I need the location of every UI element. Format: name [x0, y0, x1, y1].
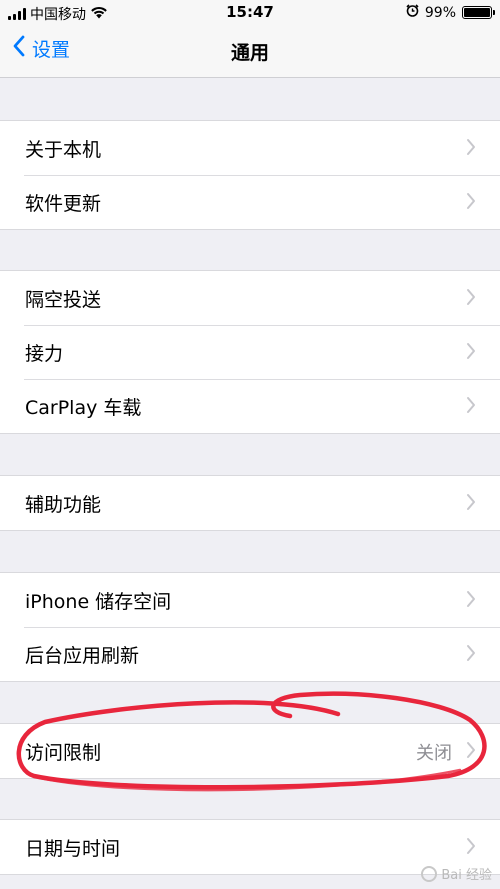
chevron-right-icon: [466, 741, 476, 763]
chevron-right-icon: [466, 837, 476, 859]
settings-row-label: 后台应用刷新: [25, 645, 140, 667]
chevron-right-icon: [466, 644, 476, 666]
chevron-right-icon: [466, 138, 476, 160]
settings-row[interactable]: 辅助功能: [0, 476, 500, 530]
watermark: Bai 经验: [421, 864, 492, 883]
watermark-text: Bai 经验: [441, 868, 492, 883]
settings-group: 访问限制 关闭: [0, 723, 500, 779]
settings-row-label: 接力: [25, 343, 64, 365]
settings-row[interactable]: 后台应用刷新: [0, 627, 500, 681]
status-bar: 中国移动 15:47 99%: [0, 0, 500, 26]
settings-row-label: 访问限制: [25, 742, 102, 764]
alarm-icon: [406, 4, 419, 21]
chevron-right-icon: [466, 493, 476, 515]
paw-logo-icon: [421, 865, 438, 882]
settings-row-label: 关于本机: [25, 139, 102, 161]
settings-row[interactable]: iPhone 储存空间: [0, 573, 500, 627]
chevron-right-icon: [466, 342, 476, 364]
settings-row-label: 软件更新: [25, 193, 102, 215]
settings-group: iPhone 储存空间 后台应用刷新: [0, 572, 500, 682]
settings-row[interactable]: 访问限制 关闭: [0, 724, 500, 778]
chevron-right-icon: [466, 396, 476, 418]
status-right: 99%: [406, 4, 495, 21]
settings-row[interactable]: 隔空投送: [0, 271, 500, 325]
page-title: 通用: [230, 42, 269, 64]
battery-percent: 99%: [424, 4, 456, 21]
settings-group: 关于本机 软件更新: [0, 120, 500, 230]
settings-row[interactable]: 关于本机: [0, 121, 500, 175]
settings-row[interactable]: 软件更新: [0, 175, 500, 229]
settings-row-value: 关闭: [416, 743, 452, 764]
settings-row-label: CarPlay 车载: [25, 397, 142, 419]
settings-group: 隔空投送接力 CarPlay 车载: [0, 270, 500, 434]
chevron-right-icon: [466, 288, 476, 310]
settings-row[interactable]: CarPlay 车载: [0, 379, 500, 433]
settings-row-label: 日期与时间: [25, 838, 121, 860]
settings-group: 辅助功能: [0, 475, 500, 531]
navigation-bar: 设置 通用: [0, 26, 500, 78]
settings-row-label: 隔空投送: [25, 289, 102, 311]
settings-row[interactable]: 接力: [0, 325, 500, 379]
battery-icon: [462, 6, 495, 19]
settings-row-label: iPhone 储存空间: [25, 591, 172, 613]
chevron-right-icon: [466, 192, 476, 214]
settings-row-label: 辅助功能: [25, 494, 102, 516]
chevron-right-icon: [466, 590, 476, 612]
